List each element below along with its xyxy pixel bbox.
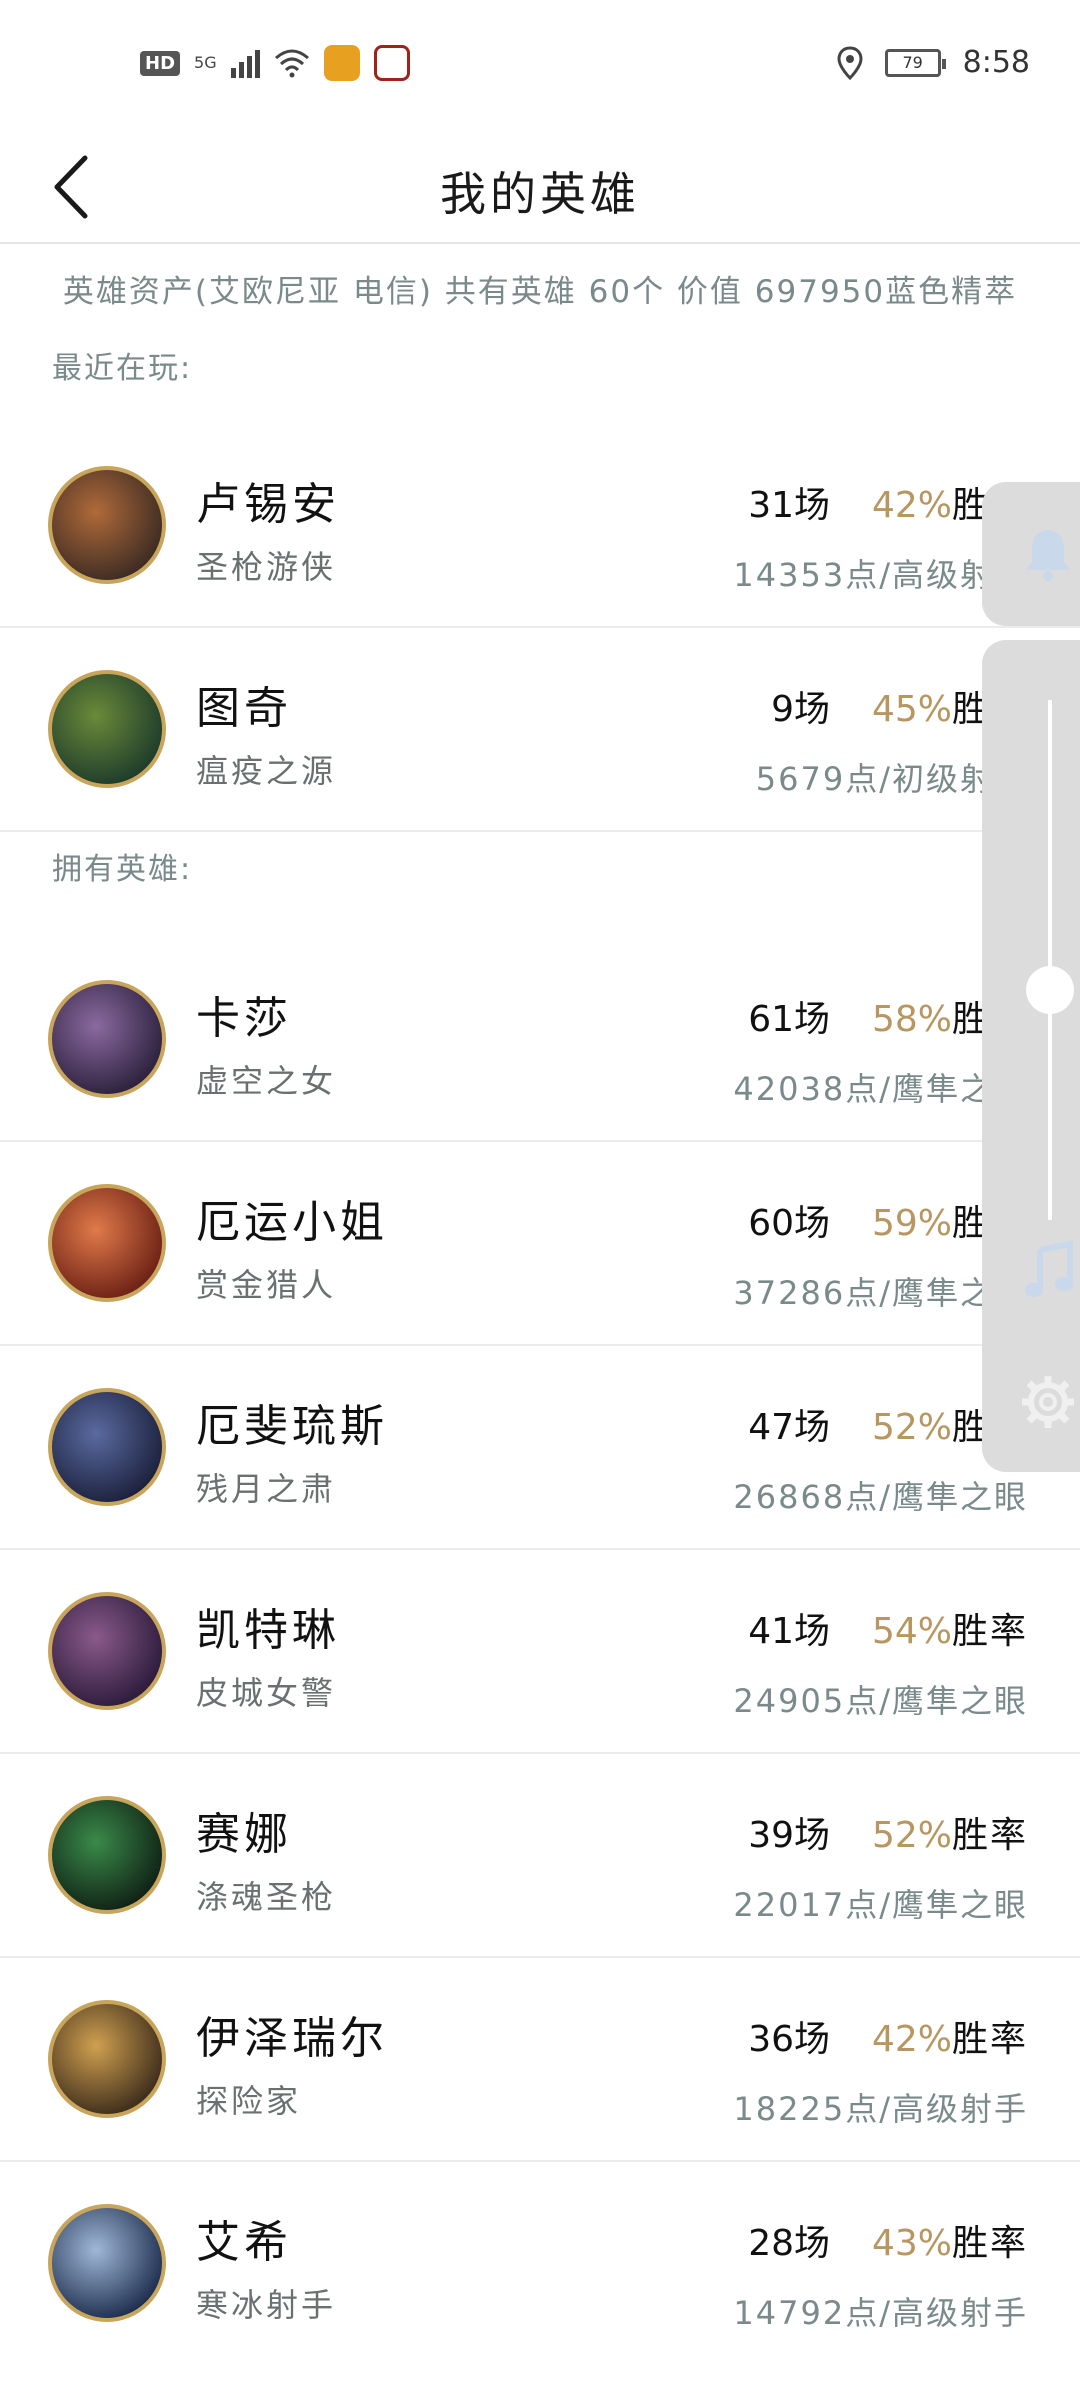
hero-name: 赛娜 xyxy=(196,1809,292,1860)
app-notification-icon xyxy=(323,45,360,81)
hero-avatar xyxy=(48,670,166,788)
hero-name: 图奇 xyxy=(196,683,292,734)
hero-name: 卡莎 xyxy=(196,993,292,1044)
winrate-percent: 45% xyxy=(871,689,952,730)
winrate-percent: 52% xyxy=(871,1815,952,1856)
hero-games: 31场 xyxy=(748,485,830,526)
status-left: HD 5G xyxy=(140,45,410,81)
volume-slider-handle[interactable] xyxy=(1026,966,1074,1014)
hero-row[interactable]: 厄运小姐 赏金猎人 60场 59%胜率 37286点/鹰隼之眼 xyxy=(0,1142,1080,1346)
winrate-percent: 42% xyxy=(871,485,952,526)
hero-name: 厄运小姐 xyxy=(196,1197,388,1248)
hero-games: 36场 xyxy=(748,2019,830,2060)
winrate-percent: 43% xyxy=(871,2223,952,2264)
volume-slider-track[interactable] xyxy=(1048,700,1052,1220)
hero-points: 18225点/高级射手 xyxy=(733,2090,1028,2128)
battery-icon: 79 xyxy=(884,48,946,77)
winrate-percent: 52% xyxy=(871,1407,952,1448)
clock: 8:58 xyxy=(962,45,1030,80)
hero-row[interactable]: 伊泽瑞尔 探险家 36场 42%胜率 18225点/高级射手 xyxy=(0,1958,1080,2162)
winrate-label: 胜率 xyxy=(951,1815,1028,1856)
hero-name: 艾希 xyxy=(196,2217,292,2268)
hero-games: 47场 xyxy=(748,1407,830,1448)
hd-icon: HD xyxy=(140,50,181,76)
hero-row[interactable]: 凯特琳 皮城女警 41场 54%胜率 24905点/鹰隼之眼 xyxy=(0,1550,1080,1754)
hero-avatar xyxy=(48,466,166,584)
signal-icon xyxy=(230,48,260,78)
hero-avatar xyxy=(48,2204,166,2322)
hero-avatar xyxy=(48,2000,166,2118)
hero-winrate: 42%胜率 xyxy=(872,2010,1028,2062)
floating-control-panel xyxy=(982,640,1080,1472)
hero-name: 卢锡安 xyxy=(196,479,340,530)
hero-winrate: 52%胜率 xyxy=(872,1806,1028,1858)
hero-title: 圣枪游侠 xyxy=(196,548,337,586)
page-title: 我的英雄 xyxy=(440,167,640,221)
status-right: 79 8:58 xyxy=(837,45,1030,80)
wifi-icon xyxy=(274,49,309,78)
hero-points: 24905点/鹰隼之眼 xyxy=(733,1682,1028,1720)
hero-winrate: 54%胜率 xyxy=(872,1602,1028,1654)
hero-row[interactable]: 艾希 寒冰射手 28场 43%胜率 14792点/高级射手 xyxy=(0,2162,1080,2366)
winrate-label: 胜率 xyxy=(951,2223,1028,2264)
hero-row[interactable]: 图奇 瘟疫之源 9场 45%胜率 5679点/初级射手 xyxy=(0,628,1080,832)
hero-games: 61场 xyxy=(748,999,830,1040)
hero-games: 9场 xyxy=(771,689,830,730)
floating-notification-panel[interactable] xyxy=(982,482,1080,626)
hero-games: 39场 xyxy=(748,1815,830,1856)
hero-row[interactable]: 卡莎 虚空之女 61场 58%胜率 42038点/鹰隼之眼 xyxy=(0,938,1080,1142)
winrate-percent: 42% xyxy=(871,2019,952,2060)
hero-title: 赏金猎人 xyxy=(196,1266,337,1304)
hero-games: 60场 xyxy=(748,1203,830,1244)
hero-title: 寒冰射手 xyxy=(196,2286,337,2324)
winrate-label: 胜率 xyxy=(951,2019,1028,2060)
music-note-icon[interactable] xyxy=(1018,1240,1078,1300)
hero-row[interactable]: 卢锡安 圣枪游侠 31场 42%胜率 14353点/高级射手 xyxy=(0,424,1080,628)
hero-avatar xyxy=(48,1796,166,1914)
recent-hero-list: 卢锡安 圣枪游侠 31场 42%胜率 14353点/高级射手 图奇 瘟疫之源 9… xyxy=(0,424,1080,832)
hero-games: 41场 xyxy=(748,1611,830,1652)
status-bar: HD 5G 79 8:58 xyxy=(0,0,1080,130)
hero-title: 皮城女警 xyxy=(196,1674,337,1712)
hero-row[interactable]: 赛娜 涤魂圣枪 39场 52%胜率 22017点/鹰隼之眼 xyxy=(0,1754,1080,1958)
app-header: 我的英雄 xyxy=(0,130,1080,244)
network-type-label: 5G xyxy=(194,53,217,72)
hero-name: 凯特琳 xyxy=(196,1605,340,1656)
hero-name: 厄斐琉斯 xyxy=(196,1401,388,1452)
hero-row[interactable]: 厄斐琉斯 残月之肃 47场 52%胜率 26868点/鹰隼之眼 xyxy=(0,1346,1080,1550)
winrate-percent: 59% xyxy=(871,1203,952,1244)
hero-avatar xyxy=(48,1184,166,1302)
hero-name: 伊泽瑞尔 xyxy=(196,2013,388,2064)
winrate-percent: 54% xyxy=(871,1611,952,1652)
hero-avatar xyxy=(48,1592,166,1710)
recent-section-label: 最近在玩: xyxy=(52,351,193,386)
owned-section-label: 拥有英雄: xyxy=(52,852,193,887)
winrate-label: 胜率 xyxy=(951,1611,1028,1652)
hero-points: 26868点/鹰隼之眼 xyxy=(733,1478,1028,1516)
hero-title: 涤魂圣枪 xyxy=(196,1878,337,1916)
hero-title: 瘟疫之源 xyxy=(196,752,337,790)
location-icon xyxy=(837,45,863,80)
hero-avatar xyxy=(48,1388,166,1506)
settings-gear-icon[interactable] xyxy=(1018,1372,1078,1432)
game-notification-icon xyxy=(373,45,410,81)
bell-icon[interactable] xyxy=(1018,524,1078,584)
hero-title: 探险家 xyxy=(196,2082,302,2120)
hero-avatar xyxy=(48,980,166,1098)
hero-title: 虚空之女 xyxy=(196,1062,337,1100)
hero-title: 残月之肃 xyxy=(196,1470,337,1508)
hero-winrate: 43%胜率 xyxy=(872,2214,1028,2266)
hero-games: 28场 xyxy=(748,2223,830,2264)
owned-hero-list: 卡莎 虚空之女 61场 58%胜率 42038点/鹰隼之眼 厄运小姐 赏金猎人 … xyxy=(0,938,1080,2366)
winrate-percent: 58% xyxy=(871,999,952,1040)
hero-points: 14792点/高级射手 xyxy=(733,2294,1028,2332)
asset-summary: 英雄资产(艾欧尼亚 电信) 共有英雄 60个 价值 697950蓝色精萃 xyxy=(62,274,1018,310)
hero-points: 22017点/鹰隼之眼 xyxy=(733,1886,1028,1924)
